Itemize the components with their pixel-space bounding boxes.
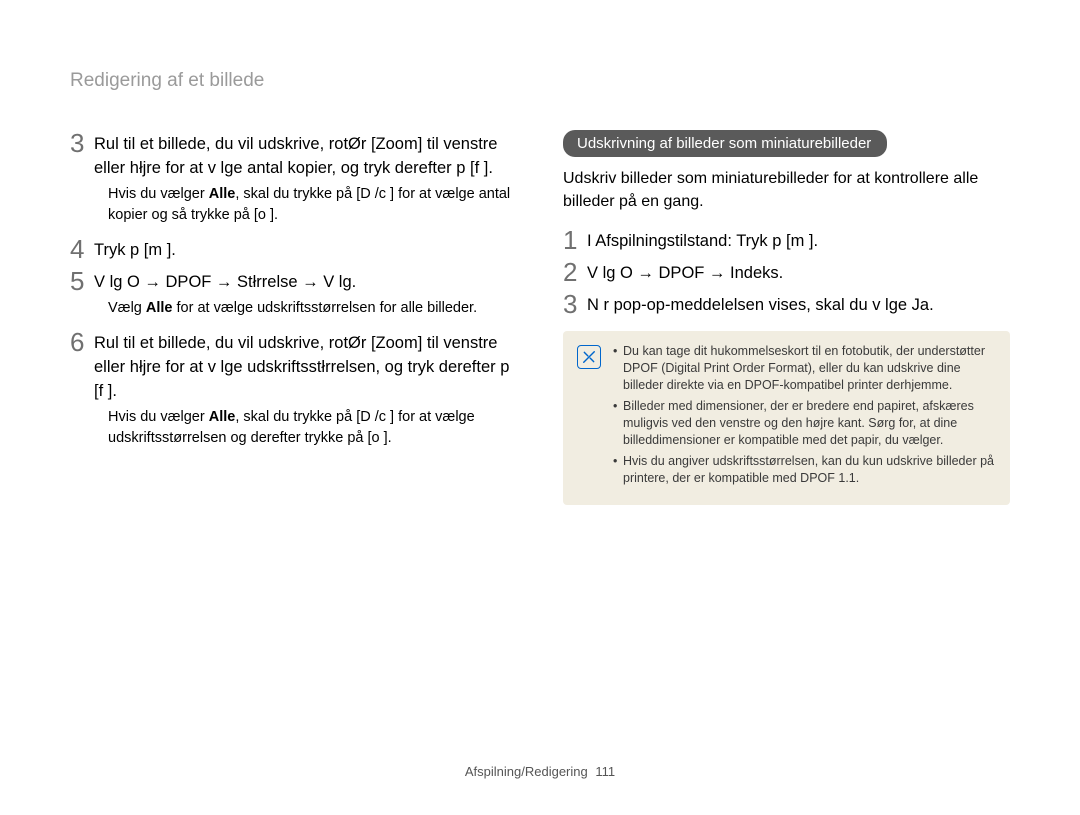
sub-text: for at vælge udskriftsstørrelsen for all… — [172, 300, 477, 316]
step-number: 2 — [563, 259, 587, 285]
step-6: 6 Rul til et billede, du vil udskrive, r… — [70, 329, 517, 403]
columns: 3 Rul til et billede, du vil udskrive, r… — [70, 130, 1010, 505]
step-text: I Afspilningstilstand: Tryk p [m ]. — [587, 227, 818, 253]
sub-text: Vælg — [108, 300, 146, 316]
step-5-sub: Vælg Alle for at vælge udskriftsstørrels… — [108, 298, 517, 319]
step-4: 4 Tryk p [m ]. — [70, 236, 517, 262]
step-text: V lg O → DPOF → Stłrrelse → V lg. — [94, 268, 356, 294]
footer-section: Afspilning/Redigering — [465, 764, 588, 779]
right-column: Udskrivning af billeder som miniaturebil… — [563, 130, 1010, 505]
step-number: 3 — [70, 130, 94, 156]
step-3: 3 Rul til et billede, du vil udskrive, r… — [70, 130, 517, 180]
step-6-sub: Hvis du vælger Alle, skal du trykke på [… — [108, 407, 517, 449]
step-text: V lg O → DPOF → Indeks. — [587, 259, 783, 285]
step-3-sub: Hvis du vælger Alle, skal du trykke på [… — [108, 184, 517, 226]
note-item: Du kan tage dit hukommelseskort til en f… — [613, 343, 994, 394]
note-item: Billeder med dimensioner, der er bredere… — [613, 398, 994, 449]
sub-text: Hvis du vælger — [108, 409, 209, 425]
note-box: Du kan tage dit hukommelseskort til en f… — [563, 331, 1010, 505]
step-text: N r pop-op-meddelelsen vises, skal du v … — [587, 291, 934, 317]
footer-page-number: 111 — [595, 764, 615, 779]
intro-text: Udskriv billeder som miniaturebilleder f… — [563, 167, 1010, 213]
step-number: 4 — [70, 236, 94, 262]
note-body: Du kan tage dit hukommelseskort til en f… — [613, 343, 994, 491]
note-icon — [577, 345, 601, 369]
sub-bold: Alle — [209, 409, 236, 425]
page-footer: Afspilning/Redigering 111 — [0, 764, 1080, 779]
step-number: 5 — [70, 268, 94, 294]
r-step-1: 1 I Afspilningstilstand: Tryk p [m ]. — [563, 227, 1010, 253]
note-item: Hvis du angiver udskriftsstørrelsen, kan… — [613, 453, 994, 487]
page: Redigering af et billede 3 Rul til et bi… — [0, 0, 1080, 815]
step-text: Rul til et billede, du vil udskrive, rot… — [94, 130, 517, 180]
step-text: Tryk p [m ]. — [94, 236, 176, 262]
left-column: 3 Rul til et billede, du vil udskrive, r… — [70, 130, 517, 505]
page-title: Redigering af et billede — [70, 70, 1010, 92]
step-number: 3 — [563, 291, 587, 317]
r-step-2: 2 V lg O → DPOF → Indeks. — [563, 259, 1010, 285]
section-pill: Udskrivning af billeder som miniaturebil… — [563, 130, 887, 157]
step-text: Rul til et billede, du vil udskrive, rot… — [94, 329, 517, 403]
sub-bold: Alle — [209, 186, 236, 202]
step-number: 1 — [563, 227, 587, 253]
step-number: 6 — [70, 329, 94, 355]
step-5: 5 V lg O → DPOF → Stłrrelse → V lg. — [70, 268, 517, 294]
sub-text: Hvis du vælger — [108, 186, 209, 202]
sub-bold: Alle — [146, 300, 173, 316]
r-step-3: 3 N r pop-op-meddelelsen vises, skal du … — [563, 291, 1010, 317]
